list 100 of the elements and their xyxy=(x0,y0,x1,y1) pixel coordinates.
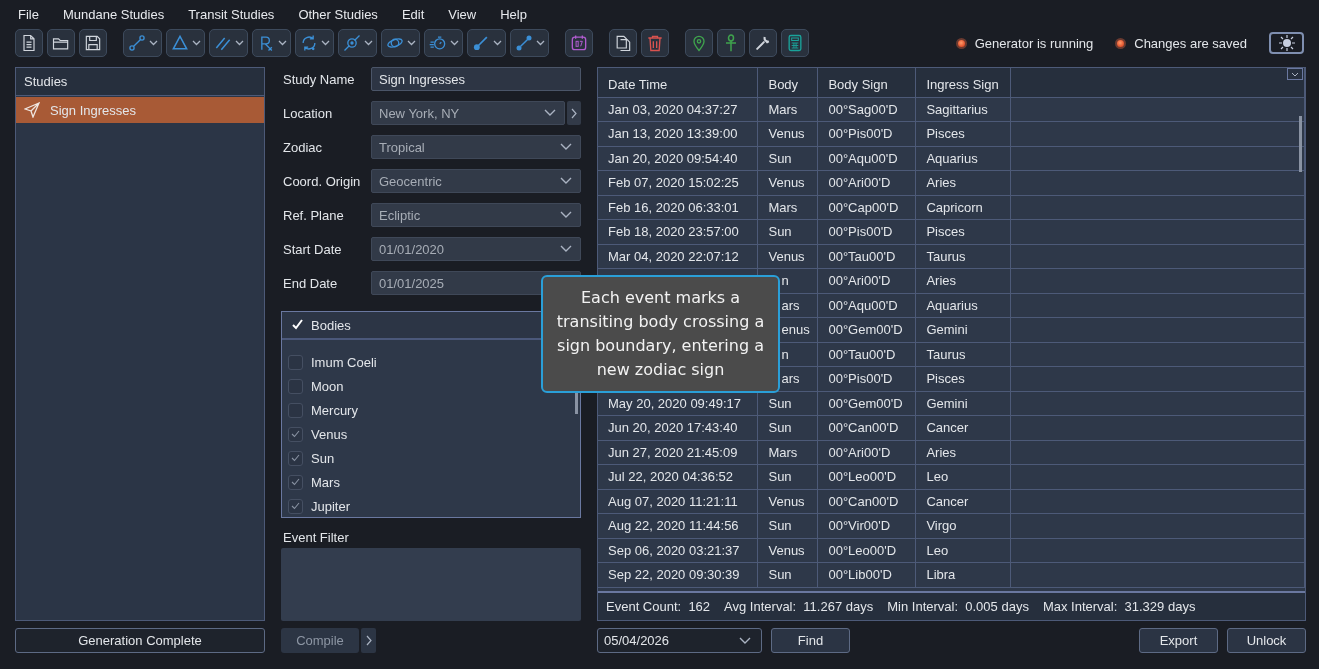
table-cell: Leo xyxy=(915,464,1011,489)
checkbox[interactable] xyxy=(288,402,303,418)
table-cell: Capricorn xyxy=(915,195,1011,220)
table-cell: Venus xyxy=(757,170,818,195)
dropdown-tool-button[interactable] xyxy=(467,29,506,57)
table-cell: Taurus xyxy=(915,342,1011,367)
table-cell: Pisces xyxy=(915,219,1011,244)
compile-button[interactable]: Compile xyxy=(281,628,359,653)
dropdown-tool-button[interactable] xyxy=(123,29,162,57)
table-cell: Jan 13, 2020 13:39:00 xyxy=(598,121,758,146)
dropdown[interactable]: Geocentric xyxy=(371,169,581,193)
table-cell: 00°Can00'D xyxy=(817,489,916,514)
body-label: Venus xyxy=(311,426,348,442)
tool-button[interactable] xyxy=(749,29,777,57)
chevron-down-icon xyxy=(560,245,572,253)
menu-item[interactable]: Other Studies xyxy=(290,6,386,22)
table-cell: Taurus xyxy=(915,244,1011,269)
table-cell: Venus xyxy=(757,538,818,563)
generation-status-button[interactable]: Generation Complete xyxy=(15,628,265,653)
caret-icon xyxy=(364,40,373,46)
table-cell: Sun xyxy=(757,464,818,489)
date-dropdown[interactable]: 05/04/2026 xyxy=(597,628,762,653)
stat-text: Max Interval: 31.329 days xyxy=(1042,599,1196,614)
sun-icon xyxy=(1278,35,1295,51)
table-cell: Sun xyxy=(757,562,818,587)
tool-button[interactable] xyxy=(781,29,809,57)
dropdown-tool-button[interactable] xyxy=(209,29,248,57)
study-item[interactable]: Sign Ingresses xyxy=(16,97,264,123)
table-cell: Feb 18, 2020 23:57:00 xyxy=(598,219,758,244)
table-cell: 00°Leo00'D xyxy=(817,538,916,563)
dropdown-tool-button[interactable] xyxy=(295,29,334,57)
table-cell: Feb 07, 2020 15:02:25 xyxy=(598,170,758,195)
checkbox[interactable] xyxy=(288,474,303,490)
dropdown-tool-button[interactable] xyxy=(424,29,463,57)
dropdown-tool-button[interactable] xyxy=(252,29,291,57)
caret-icon xyxy=(450,40,459,46)
column-header[interactable]: Ingress Sign xyxy=(915,68,1011,97)
field-label: Coord. Origin xyxy=(282,173,362,189)
check-icon xyxy=(291,430,300,438)
check-icon xyxy=(291,454,300,462)
check-icon xyxy=(291,478,300,486)
table-cell: Sun xyxy=(757,146,818,171)
caret-icon xyxy=(493,40,502,46)
expand-button[interactable] xyxy=(361,628,376,653)
column-header[interactable]: Body xyxy=(757,68,818,97)
table-cell: Aug 07, 2020 11:21:11 xyxy=(598,489,758,514)
menu-item[interactable]: Mundane Studies xyxy=(54,6,173,22)
tool-button[interactable] xyxy=(717,29,745,57)
checkbox[interactable] xyxy=(288,426,303,442)
body-label: Moon xyxy=(311,378,344,394)
table-cell: Venus xyxy=(757,489,818,514)
column-header[interactable]: Date Time xyxy=(598,68,758,97)
checkbox[interactable] xyxy=(288,378,303,394)
scrollbar[interactable] xyxy=(1299,116,1302,172)
menu-item[interactable]: View xyxy=(440,6,485,22)
table-cell: Sun xyxy=(757,415,818,440)
trash-icon xyxy=(645,33,665,53)
menu-item[interactable]: Help xyxy=(492,6,535,22)
column-header[interactable]: Body Sign xyxy=(817,68,916,97)
chevron-right-icon xyxy=(571,107,577,119)
checkbox[interactable] xyxy=(288,354,303,370)
table-cell: Jan 20, 2020 09:54:40 xyxy=(598,146,758,171)
checkbox[interactable] xyxy=(288,498,303,514)
theme-button[interactable] xyxy=(1269,32,1304,54)
list-header: Bodies xyxy=(311,317,351,333)
dropdown-tool-button[interactable] xyxy=(338,29,377,57)
dropdown[interactable]: Tropical xyxy=(371,135,581,159)
table-cell: Jun 27, 2020 21:45:09 xyxy=(598,440,758,465)
location-dropdown[interactable]: New York, NY xyxy=(371,101,565,125)
dropdown[interactable]: 01/01/2020 xyxy=(371,237,581,261)
unlock-button[interactable]: Unlock xyxy=(1227,628,1306,653)
body-label: Sun xyxy=(311,450,335,466)
table-cell: Virgo xyxy=(915,513,1011,538)
table-cell: Pisces xyxy=(915,366,1011,391)
table-cell: Jun 20, 2020 17:43:40 xyxy=(598,415,758,440)
save-icon xyxy=(83,33,103,53)
find-button[interactable]: Find xyxy=(771,628,850,653)
tool-button[interactable] xyxy=(609,29,637,57)
event-filter-field[interactable] xyxy=(281,548,581,621)
tool-button[interactable] xyxy=(79,29,107,57)
table-cell: 00°Tau00'D xyxy=(817,342,916,367)
menu-item[interactable]: Edit xyxy=(393,6,433,22)
menu-item[interactable]: Transit Studies xyxy=(180,6,283,22)
caret-icon xyxy=(149,40,158,46)
column-menu-button[interactable] xyxy=(1287,68,1303,80)
dropdown[interactable]: Ecliptic xyxy=(371,203,581,227)
table-cell: Mars xyxy=(757,97,818,122)
study-name-field[interactable]: Sign Ingresses xyxy=(371,67,581,91)
table-cell: Aquarius xyxy=(915,146,1011,171)
dropdown-tool-button[interactable] xyxy=(381,29,420,57)
checkbox[interactable] xyxy=(288,450,303,466)
menu-item[interactable]: File xyxy=(10,6,47,22)
dropdown-tool-button[interactable] xyxy=(510,29,549,57)
tool-button[interactable] xyxy=(47,29,75,57)
dropdown-tool-button[interactable] xyxy=(166,29,205,57)
status-label: Generator is running xyxy=(974,35,1094,51)
export-button[interactable]: Export xyxy=(1139,628,1218,653)
location-button[interactable] xyxy=(567,101,581,125)
tool-button[interactable] xyxy=(685,29,713,57)
tool-button[interactable] xyxy=(15,29,43,57)
